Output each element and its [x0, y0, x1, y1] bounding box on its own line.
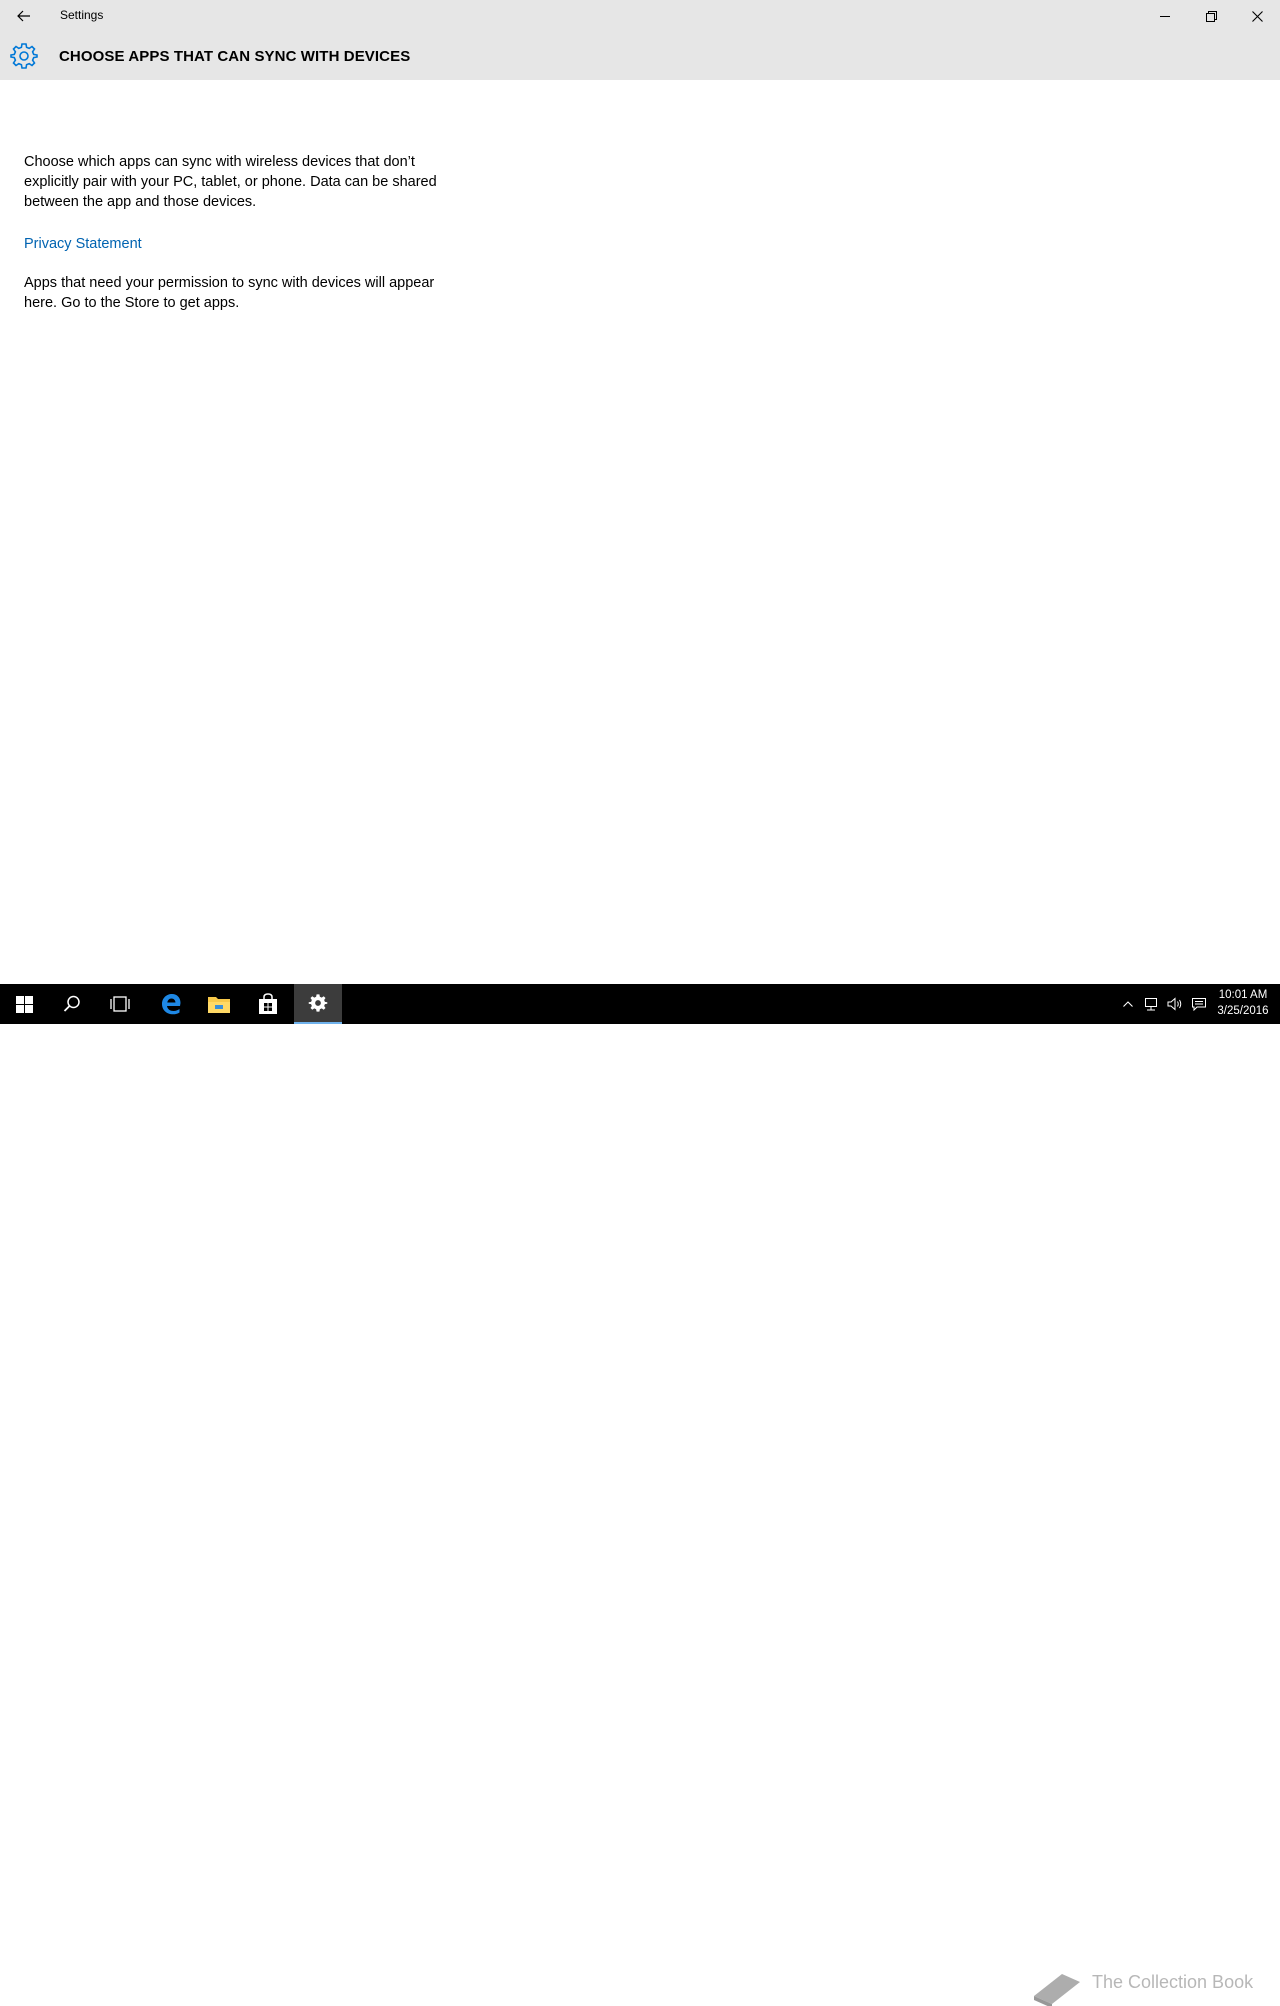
volume-tray-button[interactable] [1164, 984, 1186, 1024]
title-bar: Settings [0, 0, 1280, 32]
minimize-icon [1159, 15, 1170, 17]
page-title: CHOOSE APPS THAT CAN SYNC WITH DEVICES [59, 48, 411, 65]
privacy-statement-link[interactable]: Privacy Statement [24, 236, 142, 252]
restore-icon [1205, 10, 1217, 22]
restore-button[interactable] [1188, 0, 1234, 32]
network-tray-button[interactable] [1140, 984, 1162, 1024]
search-icon [63, 995, 80, 1012]
watermark: The Collection Book [1030, 1970, 1270, 2006]
show-hidden-icons-button[interactable] [1118, 984, 1138, 1024]
settings-window: Settings CHOOSE APPS THAT CAN SYNC WITH … [0, 0, 1280, 984]
clock-time: 10:01 AM [1218, 989, 1268, 1001]
back-button[interactable] [0, 0, 48, 32]
description-text: Choose which apps can sync with wireless… [24, 154, 437, 210]
clock-date: 3/25/2016 [1217, 1005, 1269, 1017]
watermark-text: The Collection Book [1092, 1972, 1254, 1992]
edge-icon [162, 994, 181, 1015]
settings-taskbar-button[interactable] [294, 984, 342, 1024]
notification-icon [1192, 998, 1206, 1011]
close-icon [1251, 10, 1263, 22]
task-view-icon [110, 996, 130, 1012]
empty-state-text: Apps that need your permission to sync w… [24, 275, 435, 311]
volume-icon [1167, 997, 1182, 1011]
store-icon [259, 993, 277, 1014]
page-header: CHOOSE APPS THAT CAN SYNC WITH DEVICES [0, 32, 1280, 80]
task-view-button[interactable] [96, 984, 144, 1024]
gear-icon [10, 43, 38, 69]
start-button[interactable] [0, 984, 48, 1024]
chevron-up-icon [1123, 1001, 1133, 1007]
app-title: Settings [60, 8, 104, 22]
store-button[interactable] [244, 984, 292, 1024]
back-arrow-icon [17, 10, 30, 22]
settings-gear-icon [308, 994, 328, 1012]
content-area: Choose which apps can sync with wireless… [24, 152, 464, 313]
close-button[interactable] [1234, 0, 1280, 32]
action-center-button[interactable] [1188, 984, 1210, 1024]
taskbar: The Collection Book 10:01 AM 3/25/2016 [0, 984, 1280, 2006]
network-icon [1145, 998, 1157, 1011]
file-explorer-button[interactable] [195, 984, 243, 1024]
minimize-button[interactable] [1142, 0, 1188, 32]
taskbar-clock[interactable]: 10:01 AM 3/25/2016 [1212, 987, 1274, 1019]
search-button[interactable] [48, 984, 96, 1024]
edge-button[interactable] [147, 984, 195, 1024]
book-icon [1034, 1974, 1080, 2006]
windows-logo-icon [15, 995, 33, 1013]
folder-icon [208, 997, 230, 1013]
